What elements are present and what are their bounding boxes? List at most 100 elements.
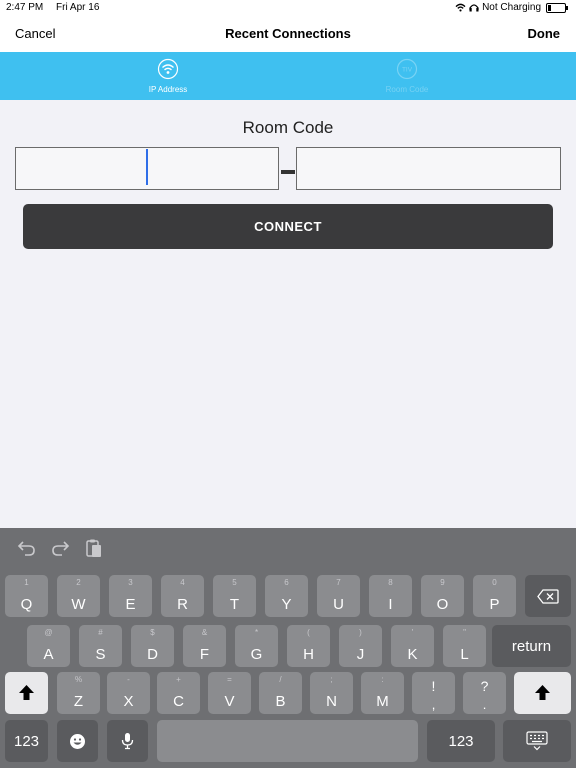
key-y-hint: 6 xyxy=(284,578,289,587)
key-q-label: Q xyxy=(20,596,33,613)
key-x-hint: - xyxy=(127,675,130,684)
key-t-hint: 5 xyxy=(232,578,237,587)
wifi-icon xyxy=(157,58,179,80)
key-u[interactable]: 7U xyxy=(317,575,360,617)
tiv-icon-text: TIV xyxy=(402,67,413,74)
key-k-label: K xyxy=(407,646,418,663)
key-n-label: N xyxy=(326,693,337,710)
key-s[interactable]: # S xyxy=(79,625,122,667)
key-x-label: X xyxy=(123,693,134,710)
shift-key-left[interactable] xyxy=(5,672,48,714)
key-p-hint: 0 xyxy=(492,578,497,587)
status-date: Fri Apr 16 xyxy=(56,2,100,13)
backspace-icon xyxy=(537,589,559,604)
keyboard-dismiss-icon xyxy=(526,731,548,751)
key-h[interactable]: (H xyxy=(287,625,330,667)
key-d-label: D xyxy=(147,646,158,663)
key-b-hint: / xyxy=(279,675,282,684)
return-key[interactable]: return xyxy=(492,625,571,667)
keyboard: 1Q 2W 3E 4R 5T 6Y 7U 8I 9O 0P @ A # S $ D &… xyxy=(0,528,576,768)
key-n[interactable]: ; N xyxy=(310,672,353,714)
key-v[interactable]: = V xyxy=(208,672,251,714)
text-cursor xyxy=(146,149,148,185)
key-x[interactable]: -X xyxy=(107,672,150,714)
numbers-key-left[interactable]: 123 xyxy=(5,720,48,762)
key-b[interactable]: / B xyxy=(259,672,302,714)
key-v-label: V xyxy=(224,693,235,710)
connection-tab-bar: IP Address TIV Room Code xyxy=(0,52,576,100)
paste-icon[interactable] xyxy=(82,537,106,559)
key-w-hint: 2 xyxy=(76,578,81,587)
key-d[interactable]: $ D xyxy=(131,625,174,667)
key-l[interactable]: " L xyxy=(443,625,486,667)
key-t-label: T xyxy=(229,596,240,613)
key-e-label: E xyxy=(125,596,136,613)
key-question-period[interactable]: ?. xyxy=(463,672,506,714)
key-s-hint: # xyxy=(98,628,103,637)
redo-icon[interactable] xyxy=(48,537,72,559)
key-c[interactable]: + C xyxy=(157,672,200,714)
key-n-hint: ; xyxy=(330,675,333,684)
key-r-label: R xyxy=(177,596,188,613)
key-a[interactable]: @ A xyxy=(27,625,70,667)
key-c-hint: + xyxy=(176,675,181,684)
room-code-second-field[interactable] xyxy=(296,147,561,190)
shift-icon xyxy=(535,685,550,700)
key-v-hint: = xyxy=(227,675,232,684)
status-bar: 2:47 PM Fri Apr 16 Not Charging xyxy=(0,0,576,16)
key-i-hint: 8 xyxy=(388,578,393,587)
key-h-hint: ( xyxy=(307,628,310,637)
emoji-key[interactable] xyxy=(57,720,98,762)
key-l-hint: " xyxy=(463,628,466,637)
key-g[interactable]: * G xyxy=(235,625,278,667)
key-e[interactable]: 3E xyxy=(109,575,152,617)
dictation-key[interactable] xyxy=(107,720,148,762)
key-q[interactable]: 1Q xyxy=(5,575,48,617)
charging-status: Not Charging xyxy=(482,2,541,13)
key-y[interactable]: 6Y xyxy=(265,575,308,617)
key-j[interactable]: ) J xyxy=(339,625,382,667)
key-r[interactable]: 4R xyxy=(161,575,204,617)
key-p[interactable]: 0P xyxy=(473,575,516,617)
key-f[interactable]: & F xyxy=(183,625,226,667)
key-z-hint: % xyxy=(74,675,83,684)
key-c-label: C xyxy=(173,693,184,710)
key-s-label: S xyxy=(95,646,106,663)
numbers-key-right[interactable]: 123 xyxy=(427,720,495,762)
return-key-label: return xyxy=(511,637,552,655)
numbers-key-right-label: 123 xyxy=(448,732,474,750)
room-code-heading: Room Code xyxy=(242,118,334,137)
done-button[interactable]: Done xyxy=(528,26,561,41)
key-f-label: F xyxy=(199,646,210,663)
key-exclamation-comma[interactable]: !, xyxy=(412,672,455,714)
dismiss-keyboard-key[interactable] xyxy=(503,720,571,762)
backspace-key[interactable] xyxy=(525,575,571,617)
tab-ip-address-label: IP Address xyxy=(148,85,188,94)
key-b-label: B xyxy=(275,693,286,710)
key-h-label: H xyxy=(303,646,314,663)
key-y-label: Y xyxy=(281,596,292,613)
key-k[interactable]: ' K xyxy=(391,625,434,667)
key-z[interactable]: % Z xyxy=(57,672,100,714)
shift-key-right[interactable] xyxy=(514,672,571,714)
undo-icon[interactable] xyxy=(15,537,39,559)
tab-room-code[interactable]: TIV Room Code xyxy=(337,52,477,100)
key-t[interactable]: 5T xyxy=(213,575,256,617)
cancel-button[interactable]: Cancel xyxy=(15,26,55,41)
key-i-label: I xyxy=(388,596,393,613)
key-o[interactable]: 9O xyxy=(421,575,464,617)
key-i[interactable]: 8I xyxy=(369,575,412,617)
tab-ip-address[interactable]: IP Address xyxy=(98,52,238,100)
wifi-status-icon xyxy=(455,3,466,12)
connect-button[interactable]: CONNECT xyxy=(23,204,553,249)
key-a-hint: @ xyxy=(44,628,53,637)
microphone-icon xyxy=(121,733,134,750)
key-question-hint: ? xyxy=(480,678,489,694)
key-q-hint: 1 xyxy=(24,578,29,587)
space-bar[interactable] xyxy=(157,720,418,762)
key-w[interactable]: 2W xyxy=(57,575,100,617)
key-o-hint: 9 xyxy=(440,578,445,587)
headphones-icon xyxy=(469,4,479,12)
key-m[interactable]: :M xyxy=(361,672,404,714)
key-k-hint: ' xyxy=(411,628,414,637)
